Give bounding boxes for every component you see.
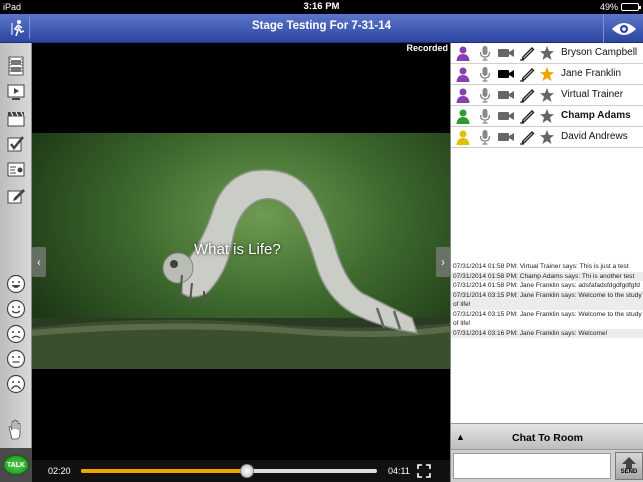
chat-message: 07/31/2014 01:58 PM: Virtual Trainer say… bbox=[453, 263, 629, 270]
microphone-icon[interactable] bbox=[477, 129, 493, 145]
chat-room-bar[interactable]: ▲ Chat To Room bbox=[451, 423, 643, 450]
chat-message: 07/31/2014 03:15 PM: Jane Franklin says:… bbox=[451, 290, 643, 310]
left-toolbar: TALK bbox=[0, 43, 32, 482]
battery-icon bbox=[621, 3, 641, 11]
neutral-icon[interactable] bbox=[4, 348, 28, 370]
attendee-row[interactable]: Jane Franklin bbox=[451, 64, 643, 85]
recorded-label: Recorded bbox=[406, 43, 448, 53]
microphone-icon[interactable] bbox=[477, 45, 493, 61]
attendee-row[interactable]: Virtual Trainer bbox=[451, 85, 643, 106]
microphone-icon[interactable] bbox=[477, 87, 493, 103]
send-label: SEND bbox=[620, 469, 638, 475]
pencil-icon[interactable] bbox=[519, 45, 535, 61]
happy-icon[interactable] bbox=[4, 298, 28, 320]
app-header: Stage Testing For 7-31-14 bbox=[0, 14, 643, 43]
attendee-row[interactable]: Champ Adams bbox=[451, 106, 643, 127]
session-title: Stage Testing For 7-31-14 bbox=[251, 20, 392, 32]
battery-percent: 49% bbox=[599, 2, 618, 12]
smile-icon[interactable] bbox=[4, 273, 28, 295]
checkbox-icon[interactable] bbox=[4, 133, 28, 155]
attendee-list: Bryson Campbell Jane Franklin Virtual Trai… bbox=[451, 43, 643, 148]
chat-message: 07/31/2014 03:16 PM: Jane Franklin says:… bbox=[451, 328, 643, 338]
role-icon bbox=[455, 45, 471, 61]
role-icon bbox=[455, 87, 471, 103]
video-caption: What is Life? bbox=[194, 241, 281, 258]
star-icon[interactable] bbox=[539, 45, 555, 61]
side-panel: Bryson Campbell Jane Franklin Virtual Trai… bbox=[450, 43, 643, 482]
video-camera-icon[interactable] bbox=[497, 45, 515, 61]
video-camera-icon[interactable] bbox=[497, 108, 515, 124]
next-slide-button[interactable]: › bbox=[436, 247, 450, 277]
player-controls: 02:20 04:11 bbox=[32, 460, 450, 482]
chat-message: 07/31/2014 03:15 PM: Jane Franklin says:… bbox=[453, 310, 642, 328]
sad-icon[interactable] bbox=[4, 323, 28, 345]
seek-bar[interactable] bbox=[81, 469, 377, 473]
chat-message: 07/31/2014 01:58 PM: Jane Franklin says:… bbox=[453, 282, 640, 289]
star-icon[interactable] bbox=[539, 66, 555, 82]
current-time: 02:20 bbox=[48, 466, 71, 476]
talk-label: TALK bbox=[3, 455, 29, 475]
clapboard-icon[interactable] bbox=[4, 107, 28, 129]
send-arrow-icon bbox=[622, 457, 636, 469]
attendee-row[interactable]: Bryson Campbell bbox=[451, 43, 643, 64]
microphone-icon[interactable] bbox=[477, 108, 493, 124]
role-icon bbox=[455, 66, 471, 82]
whiteboard-icon[interactable] bbox=[4, 159, 28, 181]
pencil-icon[interactable] bbox=[519, 108, 535, 124]
microphone-icon[interactable] bbox=[477, 66, 493, 82]
video-camera-icon[interactable] bbox=[497, 87, 515, 103]
chat-input[interactable] bbox=[453, 453, 611, 479]
star-icon[interactable] bbox=[539, 87, 555, 103]
video-camera-icon[interactable] bbox=[497, 66, 515, 82]
star-icon[interactable] bbox=[539, 108, 555, 124]
star-icon[interactable] bbox=[539, 129, 555, 145]
attendee-row[interactable]: David Andrews bbox=[451, 127, 643, 148]
attendee-name: Bryson Campbell bbox=[561, 47, 638, 58]
role-icon bbox=[455, 108, 471, 124]
clock: 3:16 PM bbox=[303, 1, 340, 12]
frown-icon[interactable] bbox=[4, 373, 28, 395]
filmstrip-icon[interactable] bbox=[4, 55, 28, 77]
seek-knob[interactable] bbox=[239, 464, 254, 478]
video-camera-icon[interactable] bbox=[497, 129, 515, 145]
attendee-name: Virtual Trainer bbox=[561, 89, 624, 100]
attendee-name: David Andrews bbox=[561, 131, 628, 142]
play-screen-icon[interactable] bbox=[4, 81, 28, 103]
status-bar: iPad 3:16 PM 49% bbox=[0, 0, 643, 14]
attendee-name: Jane Franklin bbox=[561, 68, 622, 79]
pencil-icon[interactable] bbox=[519, 129, 535, 145]
chat-message: 07/31/2014 01:58 PM: Champ Adams says: T… bbox=[451, 271, 643, 281]
chat-input-row: SEND bbox=[451, 450, 643, 482]
edit-icon[interactable] bbox=[4, 185, 28, 207]
duration: 04:11 bbox=[388, 466, 410, 476]
chat-room-label: Chat To Room bbox=[512, 432, 583, 444]
prev-slide-button[interactable]: ‹ bbox=[32, 247, 46, 277]
pencil-icon[interactable] bbox=[519, 66, 535, 82]
attendee-name: Champ Adams bbox=[561, 110, 631, 121]
pencil-icon[interactable] bbox=[519, 87, 535, 103]
talk-button[interactable]: TALK bbox=[0, 448, 32, 482]
role-icon bbox=[455, 129, 471, 145]
video-area[interactable]: Recorded What is Life? ‹ › bbox=[32, 43, 450, 460]
raise-hand-icon[interactable] bbox=[4, 419, 28, 441]
battery-indicator: 49% bbox=[599, 2, 641, 12]
video-frame: What is Life? bbox=[32, 133, 450, 369]
chat-log: 07/31/2014 01:58 PM: Virtual Trainer say… bbox=[451, 262, 643, 422]
fullscreen-icon[interactable] bbox=[417, 464, 431, 480]
view-eye-icon[interactable] bbox=[603, 14, 643, 43]
send-button[interactable]: SEND bbox=[615, 452, 643, 480]
